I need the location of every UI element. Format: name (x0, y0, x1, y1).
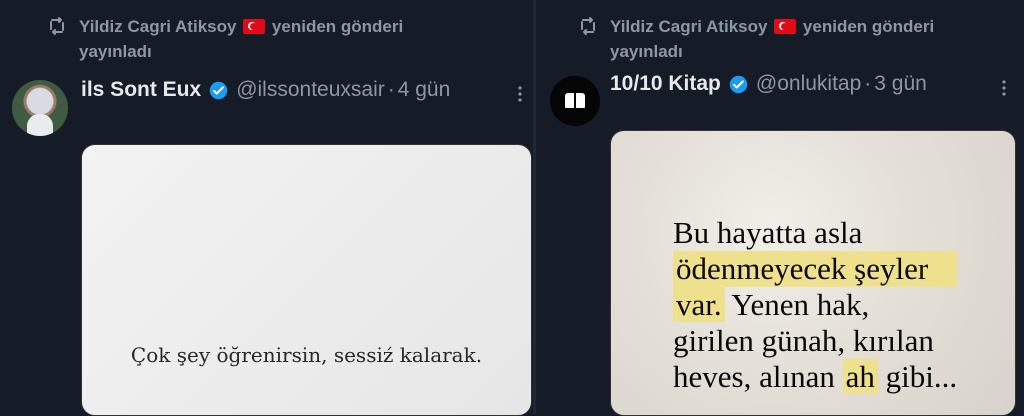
retweeter-name[interactable]: Yildiz Cagri Atiksoy (610, 17, 767, 36)
timestamp[interactable]: 3 gün (874, 72, 927, 96)
highlighted-word: ah (842, 359, 878, 394)
flag-icon (774, 19, 797, 34)
verified-icon (209, 81, 228, 99)
book-icon (565, 93, 585, 108)
retweet-action-2: yayınladı (79, 42, 152, 61)
quote-text: Yenen hak, (724, 287, 870, 322)
retweet-action-2: yayınladı (610, 42, 683, 61)
image-quote: Çok şey öğrenirsin, sessiź kalarak. (130, 343, 483, 367)
retweet-label: Yildiz Cagri Atiksoy yeniden gönderi yay… (79, 14, 499, 64)
tweet-image[interactable]: Bu hayatta asla ödenmeyecek şeyler var. … (610, 130, 1016, 416)
quote-line: girilen günah, kırılan (673, 323, 934, 358)
left-author-row: ils Sont Eux @ilssonteuxsair · 4 gün (81, 78, 450, 102)
highlighted-quote-line: ödenmeyecek şeyler (673, 251, 958, 287)
right-tweet[interactable]: Yildiz Cagri Atiksoy yeniden gönderi yay… (536, 0, 1024, 416)
verified-icon (729, 75, 748, 93)
retweet-icon (50, 17, 64, 35)
timestamp[interactable]: 4 gün (398, 78, 451, 102)
quote-text: gibi... (877, 359, 958, 394)
flag-icon (243, 19, 266, 34)
highlighted-word: var. (673, 287, 725, 322)
handle[interactable]: @onlukitap (756, 72, 861, 96)
more-icon[interactable] (994, 78, 1014, 98)
display-name[interactable]: ils Sont Eux (81, 78, 201, 102)
right-retweet-context: Yildiz Cagri Atiksoy yeniden gönderi yay… (576, 14, 1024, 64)
avatar[interactable] (550, 76, 600, 126)
separator-dot: · (864, 72, 872, 95)
retweet-label: Yildiz Cagri Atiksoy yeniden gönderi yay… (610, 14, 1024, 64)
separator-dot: · (387, 78, 395, 101)
display-name[interactable]: 10/10 Kitap (610, 72, 721, 96)
retweet-action: yeniden gönderi (271, 17, 404, 36)
more-icon[interactable] (510, 84, 530, 104)
retweeter-name[interactable]: Yildiz Cagri Atiksoy (79, 17, 236, 36)
quote-line: var. Yenen hak, (673, 287, 957, 323)
quote-line: heves, alınan ah gibi... (673, 359, 957, 395)
avatar[interactable] (12, 80, 68, 136)
quote-line: Bu hayatta asla (673, 215, 863, 250)
retweet-icon (581, 17, 595, 35)
left-retweet-context: Yildiz Cagri Atiksoy yeniden gönderi yay… (45, 14, 499, 64)
retweet-action: yeniden gönderi (802, 17, 935, 36)
left-tweet[interactable]: Yildiz Cagri Atiksoy yeniden gönderi yay… (0, 0, 533, 416)
timeline: Yildiz Cagri Atiksoy yeniden gönderi yay… (0, 0, 1024, 416)
tweet-image[interactable]: Çok şey öğrenirsin, sessiź kalarak. (81, 144, 532, 416)
quote-text: heves, alınan (673, 359, 843, 394)
right-author-row: 10/10 Kitap @onlukitap · 3 gün (610, 72, 927, 96)
book-quote: Bu hayatta asla ödenmeyecek şeyler var. … (673, 215, 958, 395)
handle[interactable]: @ilssonteuxsair (236, 78, 385, 102)
